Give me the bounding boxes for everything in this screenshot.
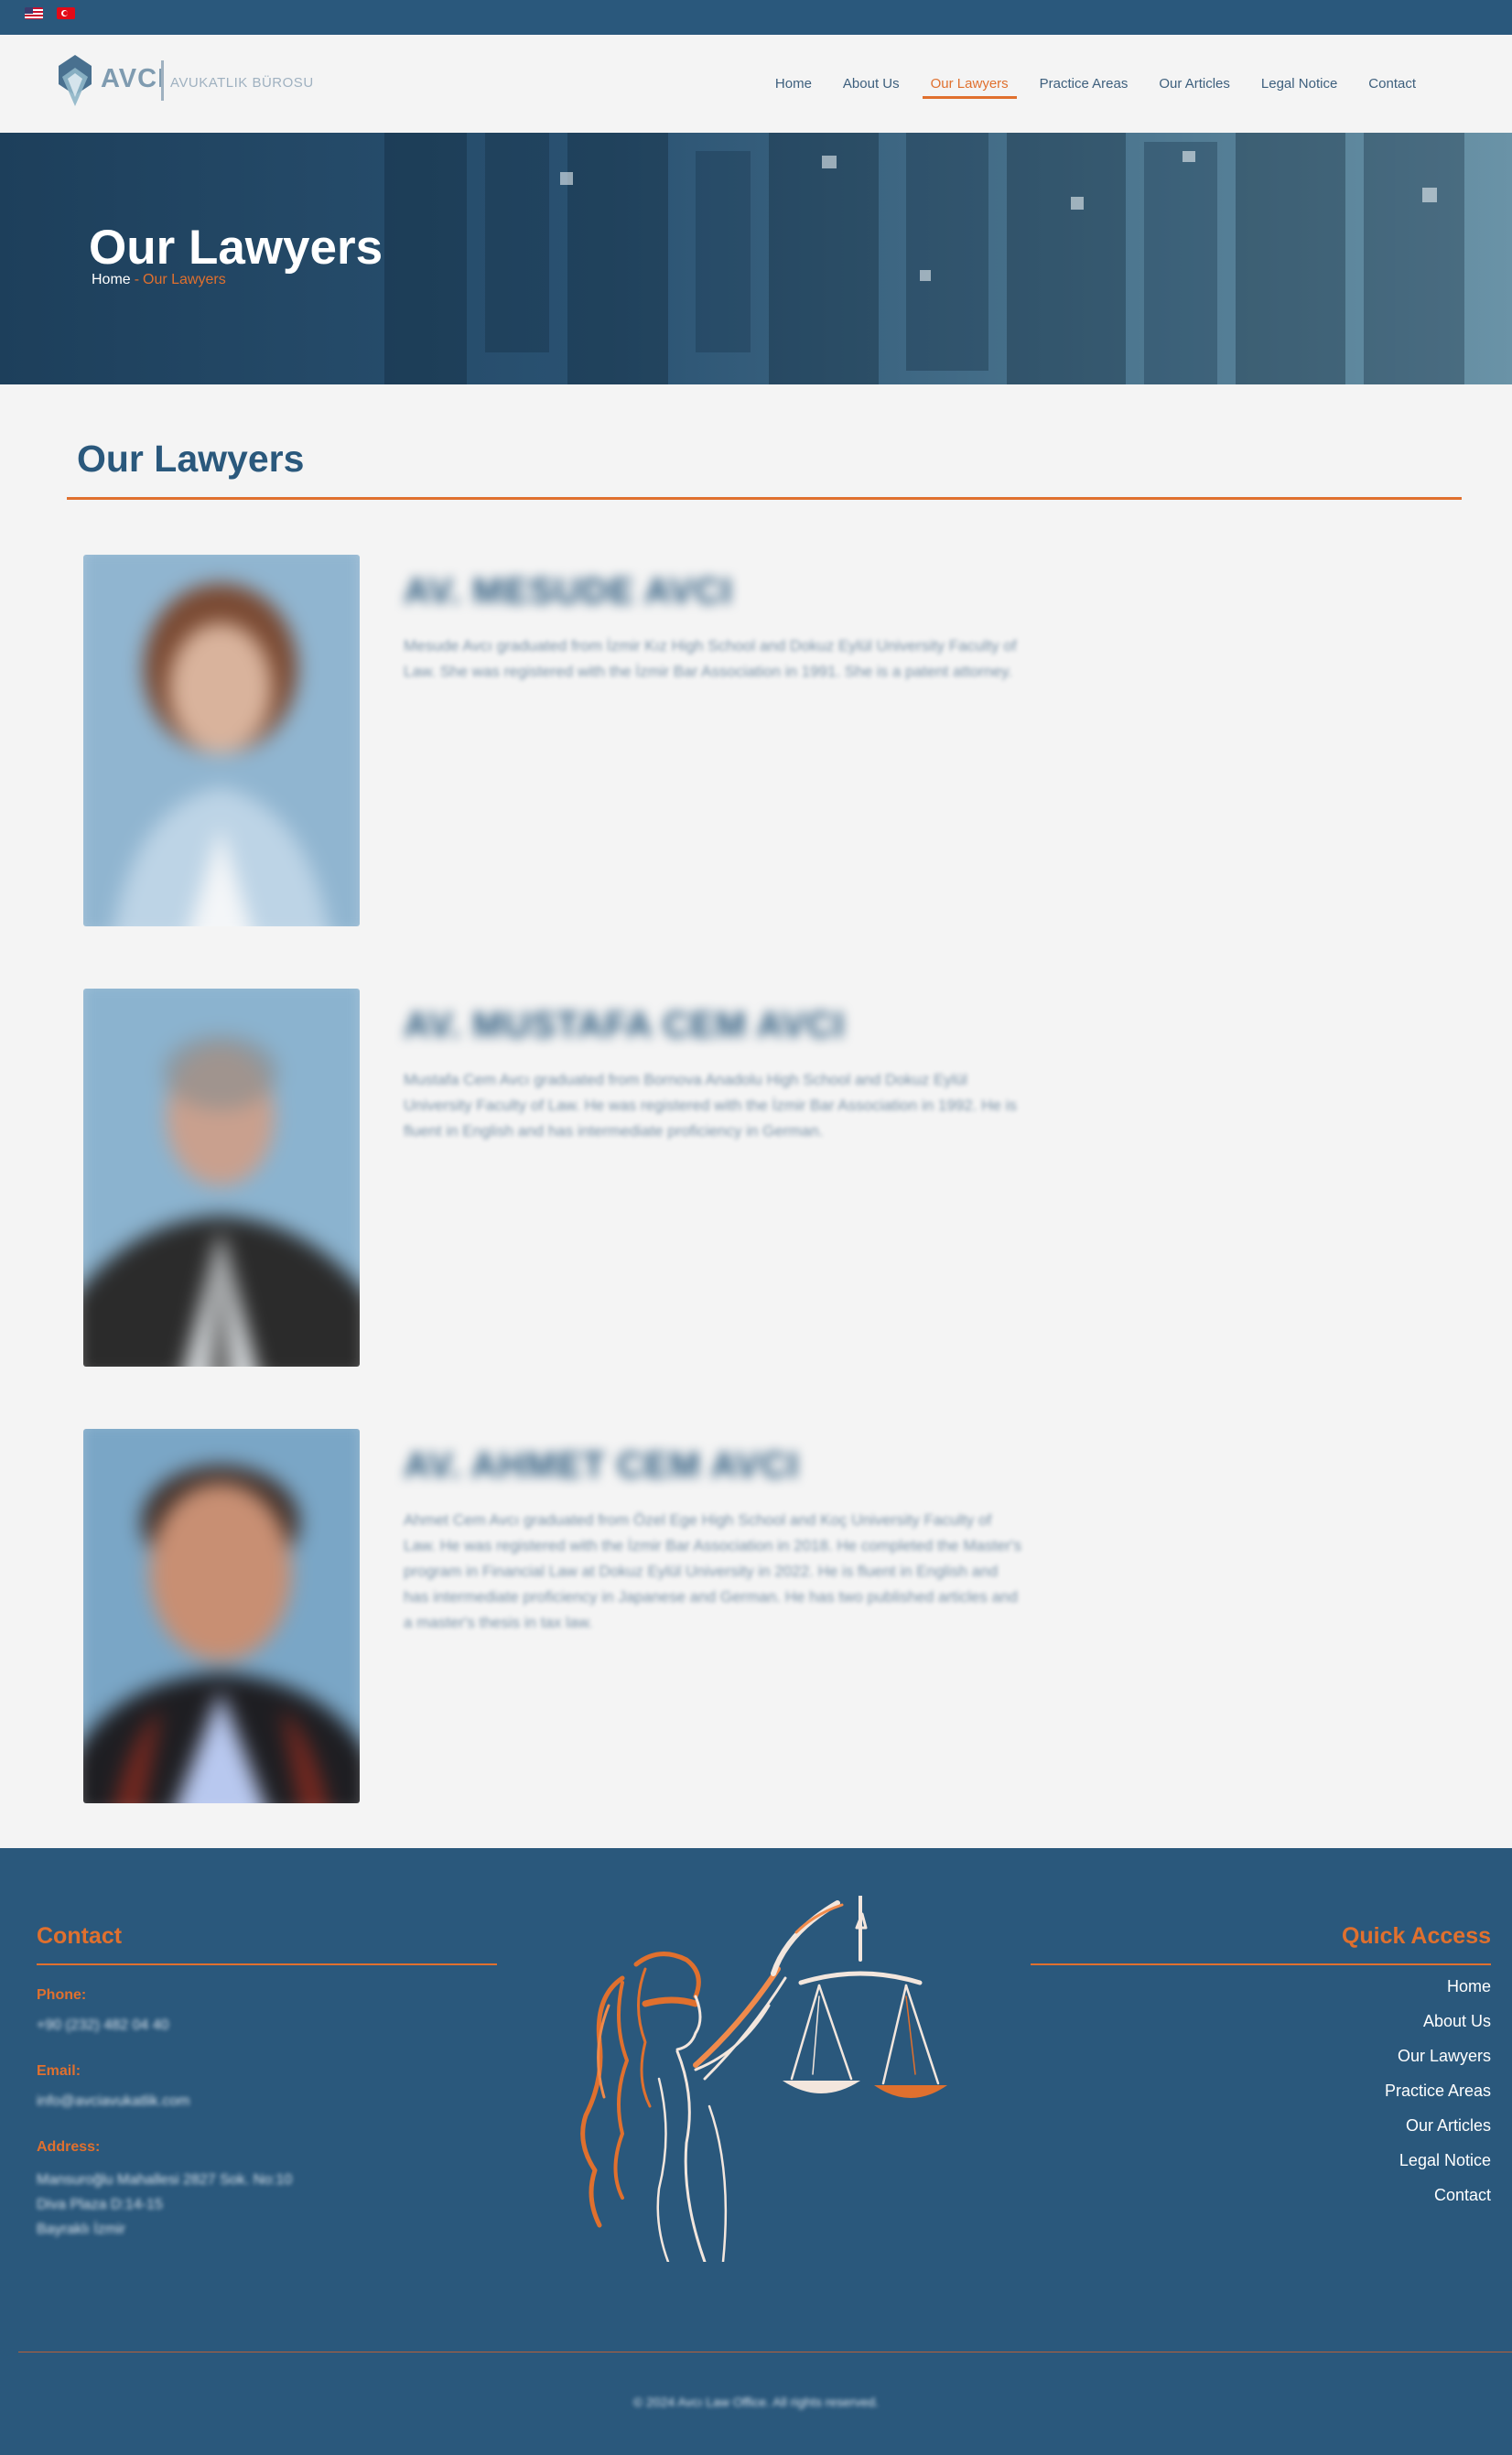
footer-contact-divider <box>37 1963 497 1965</box>
footer-link-our-lawyers[interactable]: Our Lawyers <box>1398 2047 1491 2066</box>
nav-legal-notice[interactable]: Legal Notice <box>1246 35 1353 133</box>
footer-link-legal-notice[interactable]: Legal Notice <box>1399 2151 1491 2170</box>
top-bar <box>0 0 1512 35</box>
lawyer-bio: Mesude Avcı graduated from İzmir Kız Hig… <box>404 637 1017 680</box>
footer-contact-heading: Contact <box>37 1923 123 1949</box>
hero-title: Our Lawyers <box>89 221 383 275</box>
phone-link[interactable]: +90 (232) 482 04 40 <box>37 2013 169 2039</box>
lawyer-photo <box>83 1429 360 1803</box>
lawyer-name: AV. MESUDE AVCI <box>404 571 733 611</box>
logo-wordmark: AVCI <box>101 64 167 93</box>
nav-contact[interactable]: Contact <box>1353 35 1431 133</box>
site-footer: Contact Phone: +90 (232) 482 04 40 Email… <box>0 1848 1512 2455</box>
site-header: AVCI AVUKATLIK BÜROSU Home About Us Our … <box>0 35 1512 133</box>
tr-flag-icon[interactable] <box>57 7 75 19</box>
breadcrumb-current: Our Lawyers <box>143 272 226 287</box>
address-line: Diva Plaza D:14-15 <box>37 2197 163 2212</box>
nav-our-articles[interactable]: Our Articles <box>1143 35 1246 133</box>
footer-quick-divider <box>1031 1963 1491 1965</box>
logo-subtitle: AVUKATLIK BÜROSU <box>170 75 314 91</box>
breadcrumb: Home - Our Lawyers <box>92 272 226 288</box>
section-title: Our Lawyers <box>77 438 305 480</box>
section-divider <box>67 497 1462 500</box>
address-label: Address: <box>37 2139 101 2155</box>
logo-mark-icon <box>59 55 92 106</box>
site-logo[interactable]: AVCI AVUKATLIK BÜROSU <box>57 53 359 108</box>
address-line: Bayraklı İzmir <box>37 2222 125 2237</box>
nav-our-lawyers[interactable]: Our Lawyers <box>915 35 1024 133</box>
email-label: Email: <box>37 2063 81 2079</box>
footer-link-contact[interactable]: Contact <box>1434 2186 1491 2205</box>
lawyer-photo <box>83 989 360 1367</box>
us-flag-icon[interactable] <box>25 7 43 19</box>
email-link[interactable]: info@avciavukatlik.com <box>37 2089 189 2114</box>
lawyer-photo <box>83 555 360 926</box>
footer-link-practice-areas[interactable]: Practice Areas <box>1385 2082 1491 2101</box>
lady-justice-illustration <box>580 1896 947 2262</box>
breadcrumb-home[interactable]: Home <box>92 272 131 287</box>
copyright-text: © 2024 Avcı Law Office. All rights reser… <box>632 2395 880 2409</box>
lawyer-name: AV. AHMET CEM AVCI <box>404 1445 800 1486</box>
nav-home[interactable]: Home <box>760 35 827 133</box>
page-hero-banner: Our Lawyers Home - Our Lawyers <box>0 133 1512 384</box>
lawyer-bio: Mustafa Cem Avcı graduated from Bornova … <box>404 1071 1017 1140</box>
nav-practice-areas[interactable]: Practice Areas <box>1024 35 1144 133</box>
address-line: Mansuroğlu Mahallesi 2827 Sok. No:10 <box>37 2172 293 2188</box>
footer-link-about-us[interactable]: About Us <box>1423 2012 1491 2031</box>
phone-label: Phone: <box>37 1987 87 2003</box>
main-nav: Home About Us Our Lawyers Practice Areas… <box>760 35 1431 133</box>
footer-quick-access-heading: Quick Access <box>1341 1923 1491 1949</box>
footer-link-home[interactable]: Home <box>1447 1977 1491 1996</box>
lawyer-bio: Ahmet Cem Avcı graduated from Özel Ege H… <box>404 1511 1022 1631</box>
breadcrumb-separator: - <box>134 272 140 287</box>
footer-link-our-articles[interactable]: Our Articles <box>1406 2116 1491 2136</box>
logo-divider <box>161 60 164 101</box>
lawyer-name: AV. MUSTAFA CEM AVCI <box>404 1005 846 1045</box>
nav-about-us[interactable]: About Us <box>827 35 915 133</box>
